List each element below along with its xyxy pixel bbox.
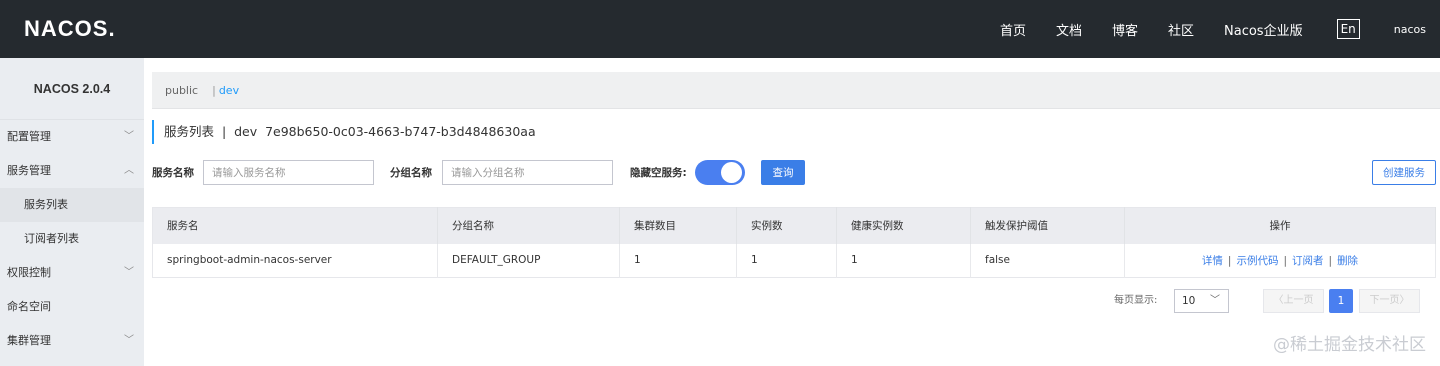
service-name-label: 服务名称 (152, 167, 194, 179)
sidebar-item-label: 集群管理 (7, 334, 51, 347)
sidebar-item-config-management[interactable]: 配置管理 ﹀ (0, 120, 144, 154)
nacos-logo[interactable]: NACOS. (24, 16, 116, 42)
table-row: springboot-admin-nacos-server DEFAULT_GR… (152, 243, 1436, 278)
sidebar-item-namespace[interactable]: 命名空间 (0, 290, 144, 324)
sidebar-item-label: 命名空间 (7, 300, 51, 313)
sample-code-link[interactable]: 示例代码 (1236, 255, 1278, 267)
page-number-current[interactable]: 1 (1329, 289, 1353, 313)
column-header: 集群数目 (619, 207, 737, 244)
page-size-select[interactable]: 10 ﹀ (1174, 289, 1229, 313)
namespace-public[interactable]: public (165, 84, 198, 97)
column-header: 健康实例数 (836, 207, 971, 244)
sidebar-item-service-management[interactable]: 服务管理 ︿ (0, 154, 144, 188)
main-content: public | dev 服务列表 | dev 7e98b650-0c03-46… (144, 58, 1440, 366)
service-name-input[interactable] (203, 160, 374, 185)
sidebar-item-access-control[interactable]: 权限控制 ﹀ (0, 256, 144, 290)
table-header-row: 服务名 分组名称 集群数目 实例数 健康实例数 触发保护阈值 操作 (152, 207, 1436, 244)
sidebar-item-label: 配置管理 (7, 130, 51, 143)
nav-community[interactable]: 社区 (1168, 20, 1194, 39)
cell-service-name: springboot-admin-nacos-server (152, 243, 438, 278)
query-button[interactable]: 查询 (761, 160, 805, 185)
prev-page-button[interactable]: 〈上一页 (1263, 289, 1324, 313)
column-header: 触发保护阈值 (970, 207, 1125, 244)
sidebar-item-label: 服务列表 (24, 198, 68, 211)
sidebar-version-title: NACOS 2.0.4 (0, 58, 144, 120)
toggle-knob (721, 162, 742, 183)
next-page-label: 下一页 (1369, 295, 1400, 306)
chevron-down-icon: ﹀ (124, 335, 134, 346)
user-name[interactable]: nacos (1394, 23, 1426, 36)
namespace-bar: public | dev (152, 72, 1440, 109)
chevron-up-icon: ︿ (124, 165, 134, 176)
sidebar: NACOS 2.0.4 配置管理 ﹀ 服务管理 ︿ 服务列表 订阅者列表 权限控… (0, 58, 144, 366)
chevron-left-icon: 〈 (1273, 295, 1284, 306)
chevron-down-icon: ﹀ (1210, 295, 1220, 306)
top-nav-menu: 首页 文档 博客 社区 Nacos企业版 En nacos (1000, 0, 1426, 58)
delete-link[interactable]: 删除 (1337, 255, 1358, 267)
nav-docs[interactable]: 文档 (1056, 20, 1082, 39)
op-separator: | (1328, 254, 1333, 267)
next-page-button[interactable]: 下一页〉 (1359, 289, 1420, 313)
cell-cluster-count: 1 (619, 243, 737, 278)
namespace-dev[interactable]: dev (219, 84, 239, 97)
sidebar-item-label: 订阅者列表 (24, 232, 79, 245)
top-navbar: NACOS. 首页 文档 博客 社区 Nacos企业版 En nacos (0, 0, 1440, 58)
details-link[interactable]: 详情 (1202, 255, 1223, 267)
sidebar-item-subscriber-list[interactable]: 订阅者列表 (0, 222, 144, 256)
chevron-down-icon: ﹀ (124, 131, 134, 142)
column-header: 实例数 (736, 207, 837, 244)
subscribers-link[interactable]: 订阅者 (1292, 255, 1324, 267)
language-switch-button[interactable]: En (1336, 19, 1360, 39)
nav-blog[interactable]: 博客 (1112, 20, 1138, 39)
op-separator: | (1283, 254, 1288, 267)
sidebar-item-label: 权限控制 (7, 266, 51, 279)
hide-empty-label: 隐藏空服务: (630, 167, 687, 179)
create-service-button[interactable]: 创建服务 (1372, 160, 1436, 185)
sidebar-item-cluster-management[interactable]: 集群管理 ﹀ (0, 324, 144, 358)
cell-instance-count: 1 (736, 243, 837, 278)
group-name-label: 分组名称 (390, 167, 432, 179)
nav-home[interactable]: 首页 (1000, 20, 1026, 39)
cell-operations: 详情 | 示例代码 | 订阅者 | 删除 (1124, 243, 1436, 278)
service-table: 服务名 分组名称 集群数目 实例数 健康实例数 触发保护阈值 操作 spring… (152, 207, 1436, 278)
chevron-down-icon: ﹀ (124, 267, 134, 278)
sidebar-item-label: 服务管理 (7, 164, 51, 177)
cell-protect-threshold: false (970, 243, 1125, 278)
sidebar-item-service-list[interactable]: 服务列表 (0, 188, 144, 222)
chevron-right-icon: 〉 (1399, 295, 1410, 306)
group-name-input[interactable] (442, 160, 613, 185)
column-header: 服务名 (152, 207, 438, 244)
cell-group-name: DEFAULT_GROUP (437, 243, 620, 278)
page-size-value: 10 (1182, 295, 1196, 307)
op-separator: | (1227, 254, 1232, 267)
prev-page-label: 上一页 (1283, 295, 1314, 306)
namespace-separator: | (212, 83, 216, 97)
nav-enterprise[interactable]: Nacos企业版 (1224, 20, 1303, 39)
column-header: 操作 (1124, 207, 1436, 244)
page-size-label: 每页显示: (1114, 295, 1158, 306)
pagination: 每页显示: 10 ﹀ 〈上一页 1 下一页〉 (1114, 289, 1434, 313)
filter-row: 服务名称 分组名称 隐藏空服务: 查询 创建服务 (152, 160, 1436, 186)
page-title: 服务列表 | dev 7e98b650-0c03-4663-b747-b3d48… (152, 120, 536, 144)
watermark: @稀土掘金技术社区 (1273, 335, 1426, 355)
cell-healthy-count: 1 (836, 243, 971, 278)
hide-empty-toggle[interactable] (695, 160, 745, 185)
column-header: 分组名称 (437, 207, 620, 244)
